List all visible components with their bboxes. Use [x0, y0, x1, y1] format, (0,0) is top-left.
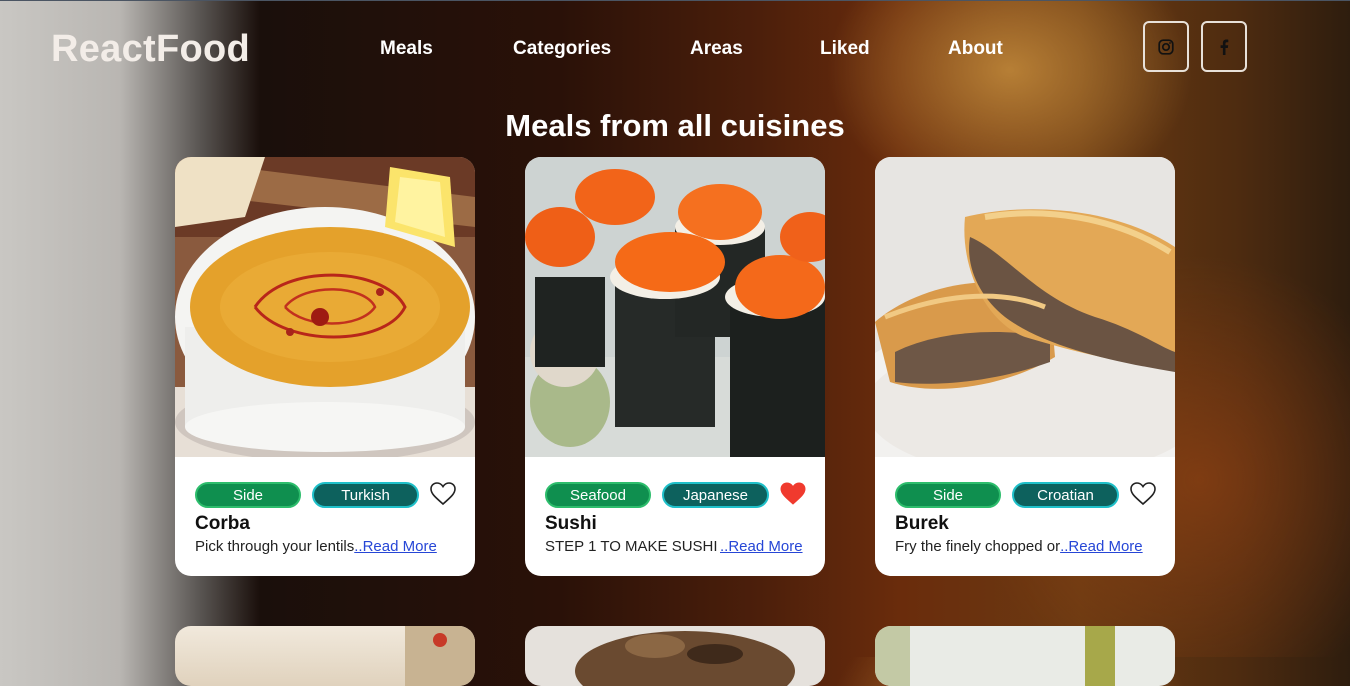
area-tag[interactable]: Croatian [1012, 482, 1119, 508]
nav-link-meals[interactable]: Meals [380, 38, 433, 60]
meal-description-text: STEP 1 TO MAKE SUSHI F [545, 538, 720, 555]
meal-name: Corba [195, 513, 250, 534]
category-tag[interactable]: Seafood [545, 482, 651, 508]
read-more-link[interactable]: ..Read More [1060, 538, 1143, 555]
meal-description: Fry the finely chopped or..Read More [895, 538, 1155, 555]
category-tag[interactable]: Side [895, 482, 1001, 508]
meal-card-sushi[interactable]: Seafood Japanese Sushi STEP 1 TO MAKE SU… [525, 157, 825, 576]
meal-card-row2-3[interactable] [875, 626, 1175, 686]
meal-image-corba[interactable] [175, 157, 475, 457]
instagram-icon [1158, 38, 1174, 55]
meal-image-sushi[interactable] [525, 157, 825, 457]
navbar: ReactFood Meals Categories Areas Liked A… [0, 0, 1350, 98]
page-title: Meals from all cuisines [505, 108, 845, 143]
meal-description-text: Pick through your lentils [195, 538, 355, 555]
heart-filled-icon[interactable] [779, 480, 807, 508]
meal-image [575, 631, 795, 686]
meal-description: STEP 1 TO MAKE SUSHI F..Read More [545, 538, 805, 555]
heart-outline-icon[interactable] [429, 480, 457, 508]
facebook-icon [1220, 39, 1229, 55]
meal-image-burek[interactable] [875, 157, 1175, 457]
facebook-button[interactable] [1201, 21, 1247, 72]
meal-name: Sushi [545, 513, 597, 534]
read-more-link[interactable]: ..Read More [354, 538, 437, 555]
meal-card-row2-1[interactable] [175, 626, 475, 686]
meal-card-burek[interactable]: Side Croatian Burek Fry the finely chopp… [875, 157, 1175, 576]
meal-description-text: Fry the finely chopped or [895, 538, 1061, 555]
meal-card-row2-2[interactable] [525, 626, 825, 686]
read-more-link[interactable]: ..Read More [720, 538, 803, 555]
meal-card-corba[interactable]: Side Turkish Corba Pick through your len… [175, 157, 475, 576]
nav-link-liked[interactable]: Liked [820, 38, 870, 60]
nav-link-areas[interactable]: Areas [690, 38, 743, 60]
meal-description: Pick through your lentils..Read More [195, 538, 455, 555]
instagram-button[interactable] [1143, 21, 1189, 72]
nav-link-about[interactable]: About [948, 38, 1003, 60]
meal-image [875, 626, 1115, 686]
meal-name: Burek [895, 513, 949, 534]
area-tag[interactable]: Japanese [662, 482, 769, 508]
area-tag[interactable]: Turkish [312, 482, 419, 508]
meal-image [405, 626, 475, 686]
category-tag[interactable]: Side [195, 482, 301, 508]
nav-link-categories[interactable]: Categories [513, 38, 611, 60]
heart-outline-icon[interactable] [1129, 480, 1157, 508]
